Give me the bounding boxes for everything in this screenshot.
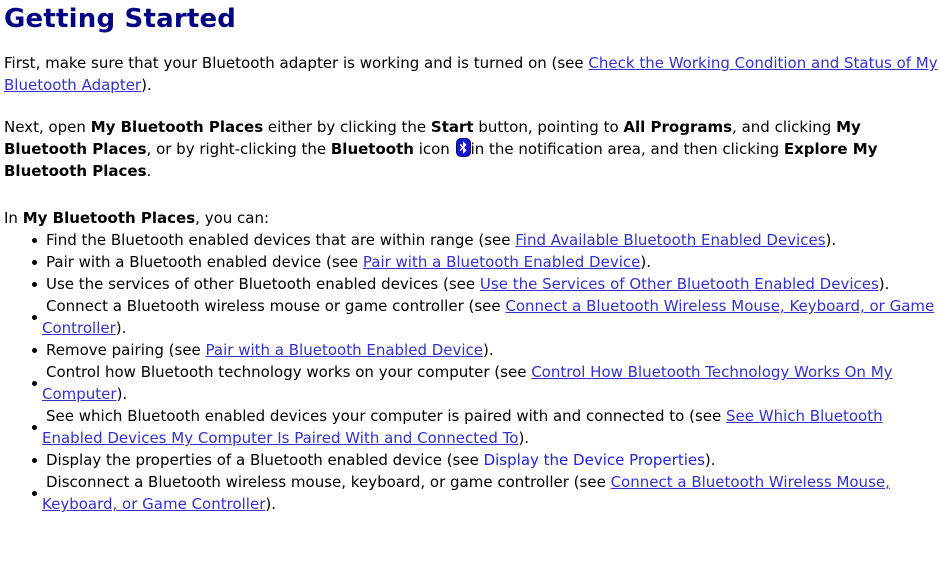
list-item-text-before: Find the Bluetooth enabled devices that … xyxy=(46,231,516,249)
list-item-link[interactable]: Use the Services of Other Bluetooth Enab… xyxy=(480,275,879,293)
bullet-icon xyxy=(32,229,37,251)
bullet-icon xyxy=(32,471,37,515)
list-item-link[interactable]: Display the Device Properties xyxy=(484,451,705,469)
list-item-link[interactable]: Pair with a Bluetooth Enabled Device xyxy=(206,341,484,359)
list-item-text: Display the properties of a Bluetooth en… xyxy=(42,449,940,471)
list-item: Display the properties of a Bluetooth en… xyxy=(2,449,940,471)
bold-my-bluetooth-places-1: My Bluetooth Places xyxy=(90,118,264,136)
list-item-text-before: Pair with a Bluetooth enabled device (se… xyxy=(46,253,363,271)
help-document-page: Getting Started First, make sure that yo… xyxy=(0,0,940,515)
next-text-2: either by clicking the xyxy=(263,118,431,136)
list-item-text-after: ). xyxy=(878,275,890,293)
list-item-text: Pair with a Bluetooth enabled device (se… xyxy=(42,251,940,273)
bullet-icon xyxy=(32,295,37,339)
list-item-text-after: ). xyxy=(640,253,651,271)
bullet-icon xyxy=(32,339,37,361)
bold-my-bluetooth-places-3: My Bluetooth Places xyxy=(22,209,196,227)
next-text-4: , and clicking xyxy=(732,118,837,136)
list-item-text: Find the Bluetooth enabled devices that … xyxy=(42,229,940,251)
list-item-text-before: See which Bluetooth enabled devices your… xyxy=(46,407,726,425)
bullet-icon xyxy=(32,449,37,471)
in-text-1: In xyxy=(4,209,23,227)
list-item: Pair with a Bluetooth enabled device (se… xyxy=(2,251,940,273)
list-item-text-after: ). xyxy=(518,429,530,447)
next-text-7: in the notification area, and then click… xyxy=(470,140,784,158)
next-text-8: . xyxy=(146,162,152,180)
bold-all-programs: All Programs xyxy=(623,118,733,136)
list-item-text-before: Connect a Bluetooth wireless mouse or ga… xyxy=(46,297,506,315)
list-item-text-before: Use the services of other Bluetooth enab… xyxy=(46,275,480,293)
list-item-text: Connect a Bluetooth wireless mouse or ga… xyxy=(42,295,940,339)
intro-text-before: First, make sure that your Bluetooth ada… xyxy=(4,54,589,72)
list-item: Connect a Bluetooth wireless mouse or ga… xyxy=(2,295,940,339)
list-item-text: Control how Bluetooth technology works o… xyxy=(42,361,940,405)
bold-start: Start xyxy=(430,118,474,136)
open-places-paragraph: Next, open My Bluetooth Places either by… xyxy=(2,116,940,182)
list-item: Find the Bluetooth enabled devices that … xyxy=(2,229,940,251)
bullet-icon xyxy=(32,273,37,295)
list-item-text-before: Remove pairing (see xyxy=(46,341,206,359)
in-text-2: , you can: xyxy=(195,209,270,227)
bullet-icon xyxy=(32,405,37,449)
list-item-text-after: ). xyxy=(265,495,276,513)
list-item: See which Bluetooth enabled devices your… xyxy=(2,405,940,449)
intro-text-after: ). xyxy=(141,76,152,94)
bullet-icon xyxy=(32,251,37,273)
list-item-text: Remove pairing (see Pair with a Bluetoot… xyxy=(42,339,940,361)
list-item-text-before: Display the properties of a Bluetooth en… xyxy=(46,451,484,469)
list-item: Remove pairing (see Pair with a Bluetoot… xyxy=(2,339,940,361)
list-item: Control how Bluetooth technology works o… xyxy=(2,361,940,405)
bullet-icon xyxy=(32,361,37,405)
list-item-text-after: ). xyxy=(115,319,127,337)
bold-bluetooth: Bluetooth xyxy=(330,140,414,158)
in-places-paragraph: In My Bluetooth Places, you can: xyxy=(2,207,940,229)
bluetooth-icon xyxy=(455,138,471,157)
list-item-text-before: Control how Bluetooth technology works o… xyxy=(46,363,532,381)
feature-list: Find the Bluetooth enabled devices that … xyxy=(2,229,940,515)
next-text-5: , or by right-clicking the xyxy=(146,140,331,158)
list-item-text-after: ). xyxy=(116,385,128,403)
next-text-1: Next, open xyxy=(4,118,91,136)
list-item-link[interactable]: Find Available Bluetooth Enabled Devices xyxy=(515,231,825,249)
list-item-link[interactable]: Pair with a Bluetooth Enabled Device xyxy=(363,253,641,271)
list-item: Use the services of other Bluetooth enab… xyxy=(2,273,940,295)
list-item-text-before: Disconnect a Bluetooth wireless mouse, k… xyxy=(46,473,611,491)
list-item: Disconnect a Bluetooth wireless mouse, k… xyxy=(2,471,940,515)
intro-paragraph: First, make sure that your Bluetooth ada… xyxy=(2,52,940,96)
list-item-text-after: ). xyxy=(704,451,716,469)
list-item-text: Disconnect a Bluetooth wireless mouse, k… xyxy=(42,471,940,515)
list-item-text-after: ). xyxy=(483,341,494,359)
list-item-text: See which Bluetooth enabled devices your… xyxy=(42,405,940,449)
page-title: Getting Started xyxy=(4,4,237,34)
next-text-6: icon xyxy=(413,140,455,158)
list-item-text-after: ). xyxy=(825,231,837,249)
next-text-3: button, pointing to xyxy=(473,118,624,136)
list-item-text: Use the services of other Bluetooth enab… xyxy=(42,273,940,295)
